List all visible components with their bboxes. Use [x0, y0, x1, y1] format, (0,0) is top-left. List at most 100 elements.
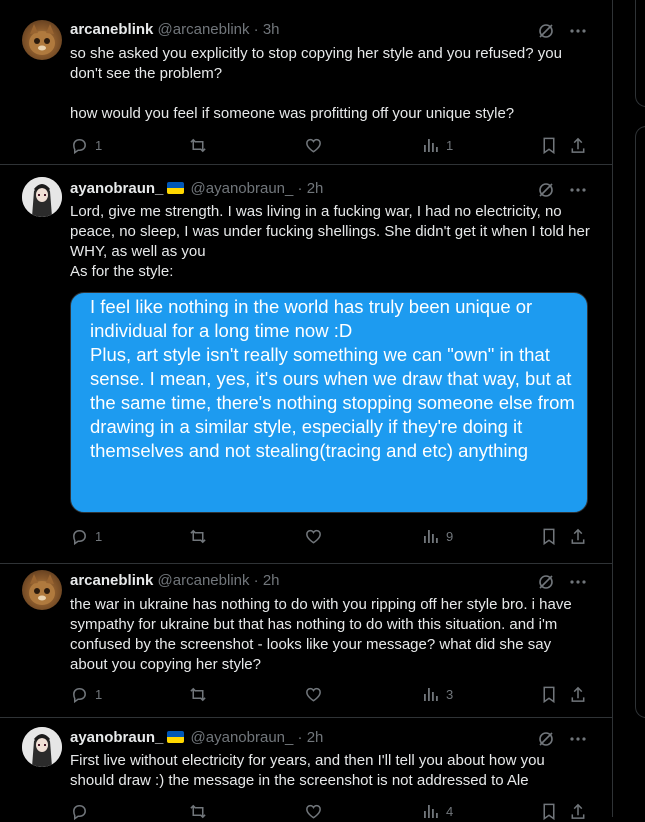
views-count: 9	[446, 528, 454, 544]
share-icon	[569, 527, 587, 546]
reply-icon	[70, 802, 89, 821]
more-icon[interactable]	[569, 730, 587, 748]
views-count: 3	[446, 686, 454, 702]
grok-icon[interactable]	[537, 181, 555, 199]
tweet-text-line: Lord, give me strength. I was living in …	[70, 203, 590, 260]
display-name[interactable]: arcaneblink	[70, 572, 153, 589]
tweet-text: so she asked you explicitly to stop copy…	[70, 44, 590, 124]
screenshot-message-text: I feel like nothing in the world has tru…	[90, 295, 580, 463]
more-icon[interactable]	[569, 181, 587, 199]
share-button[interactable]	[569, 527, 587, 546]
user-handle[interactable]: @arcaneblink	[158, 21, 250, 38]
heart-icon	[304, 527, 323, 546]
display-name[interactable]: ayanobraun_	[70, 180, 163, 197]
bookmark-button[interactable]	[540, 136, 558, 155]
tweet-2[interactable]: ayanobraun_ @ayanobraun_ · 2h Lord, give…	[0, 165, 612, 564]
share-button[interactable]	[569, 136, 587, 155]
sidebar-panel-top	[635, 0, 645, 107]
ukraine-flag-icon	[167, 731, 185, 743]
share-icon	[569, 136, 587, 155]
share-button[interactable]	[569, 802, 587, 821]
tweet-text: First live without electricity for years…	[70, 751, 590, 791]
reply-count: 1	[95, 529, 103, 544]
reply-count: 1	[95, 138, 103, 153]
like-button[interactable]	[304, 136, 323, 155]
timestamp[interactable]: · 2h	[298, 729, 324, 746]
heart-icon	[304, 802, 323, 821]
tweet-text: Lord, give me strength. I was living in …	[70, 202, 590, 282]
display-name[interactable]: arcaneblink	[70, 21, 153, 38]
screenshot-message-line: I feel like nothing in the world has tru…	[90, 296, 533, 341]
bookmark-button[interactable]	[540, 802, 558, 821]
reply-icon	[70, 685, 89, 704]
sidebar-panel	[635, 126, 645, 718]
views-icon	[422, 685, 440, 703]
views-icon	[422, 802, 440, 820]
grok-icon[interactable]	[537, 22, 555, 40]
repost-button[interactable]	[188, 802, 208, 821]
repost-icon	[188, 136, 208, 155]
user-handle[interactable]: @arcaneblink	[158, 572, 250, 589]
like-button[interactable]	[304, 527, 323, 546]
reply-button[interactable]	[70, 802, 95, 821]
timestamp[interactable]: · 3h	[254, 21, 280, 38]
bookmark-icon	[540, 802, 558, 821]
repost-button[interactable]	[188, 136, 208, 155]
timestamp[interactable]: · 2h	[298, 180, 324, 197]
tweet-text-line: First live without electricity for years…	[70, 752, 545, 789]
tweet-text-line: the war in ukraine has nothing to do wit…	[70, 596, 572, 673]
reply-button[interactable]: 1	[70, 527, 102, 546]
repost-icon	[188, 685, 208, 704]
bookmark-icon	[540, 527, 558, 546]
screenshot-image[interactable]: I feel like nothing in the world has tru…	[70, 292, 588, 513]
screenshot-message-line: Plus, art style isn't really something w…	[90, 344, 575, 461]
cat-avatar[interactable]	[22, 570, 62, 610]
tweet-4[interactable]: ayanobraun_ @ayanobraun_ · 2h First live…	[0, 718, 612, 821]
timestamp[interactable]: · 2h	[254, 572, 280, 589]
reply-count: 1	[95, 687, 103, 702]
views-button[interactable]: 3	[422, 685, 453, 703]
tweet-text-line: so she asked you explicitly to stop copy…	[70, 45, 562, 82]
tweet-1[interactable]: arcaneblink @arcaneblink · 3h so she ask…	[0, 0, 612, 165]
user-handle[interactable]: @ayanobraun_	[191, 180, 294, 197]
views-icon	[422, 527, 440, 545]
views-button[interactable]: 9	[422, 527, 453, 545]
display-name[interactable]: ayanobraun_	[70, 729, 163, 746]
cat-avatar[interactable]	[22, 20, 62, 60]
bookmark-icon	[540, 136, 558, 155]
like-button[interactable]	[304, 802, 323, 821]
share-button[interactable]	[569, 685, 587, 704]
bookmark-button[interactable]	[540, 527, 558, 546]
views-count: 4	[446, 803, 454, 819]
grok-icon[interactable]	[537, 730, 555, 748]
grok-icon[interactable]	[537, 573, 555, 591]
repost-button[interactable]	[188, 527, 208, 546]
tweet-3[interactable]: arcaneblink @arcaneblink · 2h the war in…	[0, 564, 612, 718]
heart-icon	[304, 685, 323, 704]
bookmark-button[interactable]	[540, 685, 558, 704]
tweet-text-line: As for the style:	[70, 263, 174, 280]
anime-girl-avatar[interactable]	[22, 177, 62, 217]
repost-icon	[188, 802, 208, 821]
tweet-text-line: how would you feel if someone was profit…	[70, 105, 515, 122]
views-count: 1	[446, 137, 454, 153]
more-icon[interactable]	[569, 22, 587, 40]
views-button[interactable]: 4	[422, 802, 453, 820]
ukraine-flag-icon	[167, 182, 185, 194]
repost-button[interactable]	[188, 685, 208, 704]
views-icon	[422, 136, 440, 154]
user-handle[interactable]: @ayanobraun_	[191, 729, 294, 746]
share-icon	[569, 802, 587, 821]
reply-icon	[70, 136, 89, 155]
more-icon[interactable]	[569, 573, 587, 591]
share-icon	[569, 685, 587, 704]
reply-button[interactable]: 1	[70, 685, 102, 704]
views-button[interactable]: 1	[422, 136, 453, 154]
reply-icon	[70, 527, 89, 546]
like-button[interactable]	[304, 685, 323, 704]
bookmark-icon	[540, 685, 558, 704]
anime-girl-avatar[interactable]	[22, 727, 62, 767]
heart-icon	[304, 136, 323, 155]
repost-icon	[188, 527, 208, 546]
reply-button[interactable]: 1	[70, 136, 102, 155]
